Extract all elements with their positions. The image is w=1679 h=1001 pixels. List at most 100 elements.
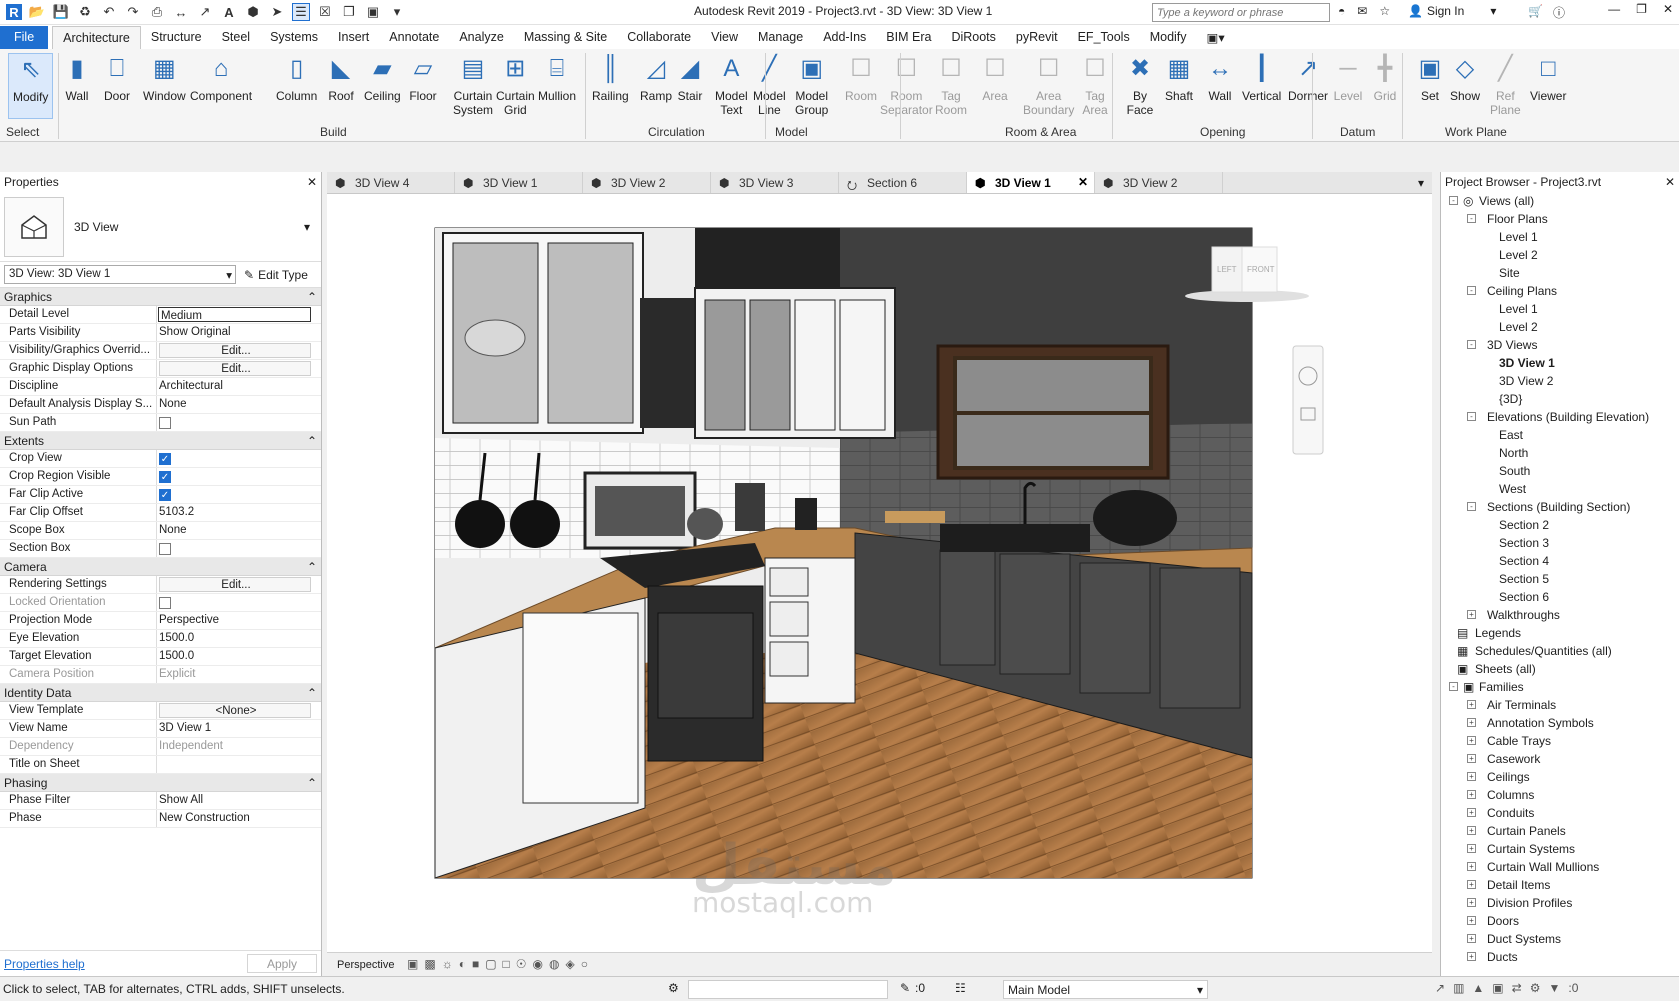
browser-node[interactable]: ▦ Schedules/Quantities (all) [1441, 642, 1679, 660]
panel-label-datum[interactable]: Datum [1340, 125, 1375, 139]
panel-label-build[interactable]: Build [320, 125, 347, 139]
ribbon-cursor-button[interactable]: ⇖ Modify [8, 53, 54, 119]
property-value[interactable]: ✓ [157, 486, 321, 503]
browser-node[interactable]: Level 2 [1441, 246, 1679, 264]
editing-requests-icon[interactable]: ✎ [900, 981, 910, 995]
ribbon-curtain-grid-button[interactable]: ⊞ Curtain Grid [496, 53, 535, 118]
ribbon-roof-button[interactable]: ◣ Roof [326, 53, 356, 104]
view-tab[interactable]: ⬢ 3D View 2 [583, 172, 711, 193]
projection-mode-label[interactable]: Perspective [337, 959, 394, 971]
collapse-icon[interactable]: - [1449, 682, 1458, 691]
browser-node[interactable]: Site [1441, 264, 1679, 282]
sync-icon[interactable]: ♻ [76, 3, 94, 21]
panel-label-circulation[interactable]: Circulation [648, 125, 705, 139]
expand-icon[interactable]: + [1467, 844, 1476, 853]
ribbon-wall-opening-button[interactable]: ↔ Wall [1205, 53, 1235, 104]
property-value[interactable]: Architectural [157, 378, 321, 395]
ribbon-stair-button[interactable]: ◢ Stair [675, 53, 705, 104]
communication-icon[interactable]: ✉ [1357, 4, 1367, 18]
browser-node[interactable]: + Air Terminals [1441, 696, 1679, 714]
ribbon-model-line-button[interactable]: ╱ Model Line [753, 53, 786, 118]
property-value[interactable]: ✓ [157, 468, 321, 485]
tile-icon[interactable]: ▣ [364, 3, 382, 21]
collapse-icon[interactable]: - [1467, 286, 1476, 295]
customize-qat-icon[interactable]: ▾ [388, 3, 406, 21]
print-icon[interactable]: ⎙ [148, 3, 166, 21]
tab-analyze[interactable]: Analyze [449, 26, 513, 49]
tab-systems[interactable]: Systems [260, 26, 328, 49]
expand-icon[interactable]: + [1467, 772, 1476, 781]
property-value[interactable]: Edit... [159, 361, 311, 376]
worksets-icon[interactable]: ⚙ [668, 981, 679, 995]
expand-icon[interactable]: + [1467, 934, 1476, 943]
view-tab[interactable]: ⬢ 3D View 4 [327, 172, 455, 193]
browser-node[interactable]: + Curtain Wall Mullions [1441, 858, 1679, 876]
navigation-bar[interactable] [1292, 345, 1324, 455]
tab-steel[interactable]: Steel [212, 26, 261, 49]
detail-level-icon[interactable]: ▣ [407, 957, 418, 971]
ribbon-set-button[interactable]: ▣ Set [1415, 53, 1445, 104]
close-hidden-icon[interactable]: ☒ [316, 3, 334, 21]
property-value[interactable]: 3D View 1 [157, 720, 321, 737]
ribbon-model-group-button[interactable]: ▣ Model Group [795, 53, 828, 118]
tab-collaborate[interactable]: Collaborate [617, 26, 701, 49]
close-properties-icon[interactable]: ✕ [307, 175, 317, 189]
panel-label-model[interactable]: Model [775, 125, 808, 139]
ribbon-ramp-button[interactable]: ◿ Ramp [640, 53, 672, 104]
collapse-icon[interactable]: ⌃ [307, 434, 317, 448]
tab-insert[interactable]: Insert [328, 26, 379, 49]
browser-node[interactable]: + Curtain Systems [1441, 840, 1679, 858]
collapse-icon[interactable]: - [1467, 502, 1476, 511]
minimize-icon[interactable]: — [1608, 2, 1620, 16]
tab-ef-tools[interactable]: EF_Tools [1068, 26, 1140, 49]
close-browser-icon[interactable]: ✕ [1665, 175, 1675, 189]
expand-icon[interactable]: + [1467, 880, 1476, 889]
expand-icon[interactable]: + [1467, 736, 1476, 745]
expand-icon[interactable]: + [1467, 952, 1476, 961]
collapse-icon[interactable]: ⌃ [307, 290, 317, 304]
property-value[interactable]: Perspective [157, 612, 321, 629]
browser-node[interactable]: + Casework [1441, 750, 1679, 768]
tab-pyrevit[interactable]: pyRevit [1006, 26, 1068, 49]
checkbox[interactable] [159, 597, 171, 609]
panel-label-select[interactable]: Select [6, 125, 39, 139]
ribbon-room-button[interactable]: ☐ Room [845, 53, 877, 104]
browser-node[interactable]: {3D} [1441, 390, 1679, 408]
close-window-icon[interactable]: ✕ [1663, 2, 1673, 16]
ribbon-door-button[interactable]: ⎕ Door [102, 53, 132, 104]
crop-region-icon[interactable]: □ [503, 957, 510, 971]
ribbon-vertical-button[interactable]: ┃ Vertical [1242, 53, 1281, 104]
property-value[interactable]: Show Original [157, 324, 321, 341]
view-tab[interactable]: ⬢ 3D View 2 [1095, 172, 1223, 193]
expand-icon[interactable]: + [1467, 718, 1476, 727]
collapse-icon[interactable]: ⌃ [307, 686, 317, 700]
ribbon-wall-button[interactable]: ▮ Wall [62, 53, 92, 104]
browser-node[interactable]: Section 5 [1441, 570, 1679, 588]
browser-node[interactable]: ▣ Sheets (all) [1441, 660, 1679, 678]
model-selector[interactable]: Main Model ▾ [1003, 980, 1208, 999]
view-tab[interactable]: ⬢ 3D View 1 [455, 172, 583, 193]
thin-lines-icon[interactable]: ☰ [292, 3, 310, 21]
redo-icon[interactable]: ↷ [124, 3, 142, 21]
browser-node[interactable]: - Floor Plans [1441, 210, 1679, 228]
ribbon-display-toggle-icon[interactable]: ▣▾ [1197, 26, 1235, 49]
workset-selector[interactable] [688, 980, 888, 999]
dimension-icon[interactable]: ↗ [196, 3, 214, 21]
browser-node[interactable]: North [1441, 444, 1679, 462]
panel-label-work-plane[interactable]: Work Plane [1445, 125, 1507, 139]
tab-bim-era[interactable]: BIM Era [876, 26, 941, 49]
edit-type-button[interactable]: ✎ Edit Type [244, 268, 308, 282]
select-by-face-icon[interactable]: ▣ [1492, 981, 1503, 995]
browser-node[interactable]: 3D View 2 [1441, 372, 1679, 390]
expand-icon[interactable]: + [1467, 700, 1476, 709]
properties-section-header[interactable]: Graphics ⌃ [0, 288, 321, 306]
expand-icon[interactable]: + [1467, 916, 1476, 925]
ribbon-shaft-button[interactable]: ▦ Shaft [1164, 53, 1194, 104]
property-value[interactable]: New Construction [157, 810, 321, 827]
browser-node[interactable]: - ◎ Views (all) [1441, 192, 1679, 210]
browser-node[interactable]: East [1441, 426, 1679, 444]
tab-diroots[interactable]: DiRoots [941, 26, 1005, 49]
browser-node[interactable]: Level 2 [1441, 318, 1679, 336]
browser-node[interactable]: Section 3 [1441, 534, 1679, 552]
tab-annotate[interactable]: Annotate [379, 26, 449, 49]
